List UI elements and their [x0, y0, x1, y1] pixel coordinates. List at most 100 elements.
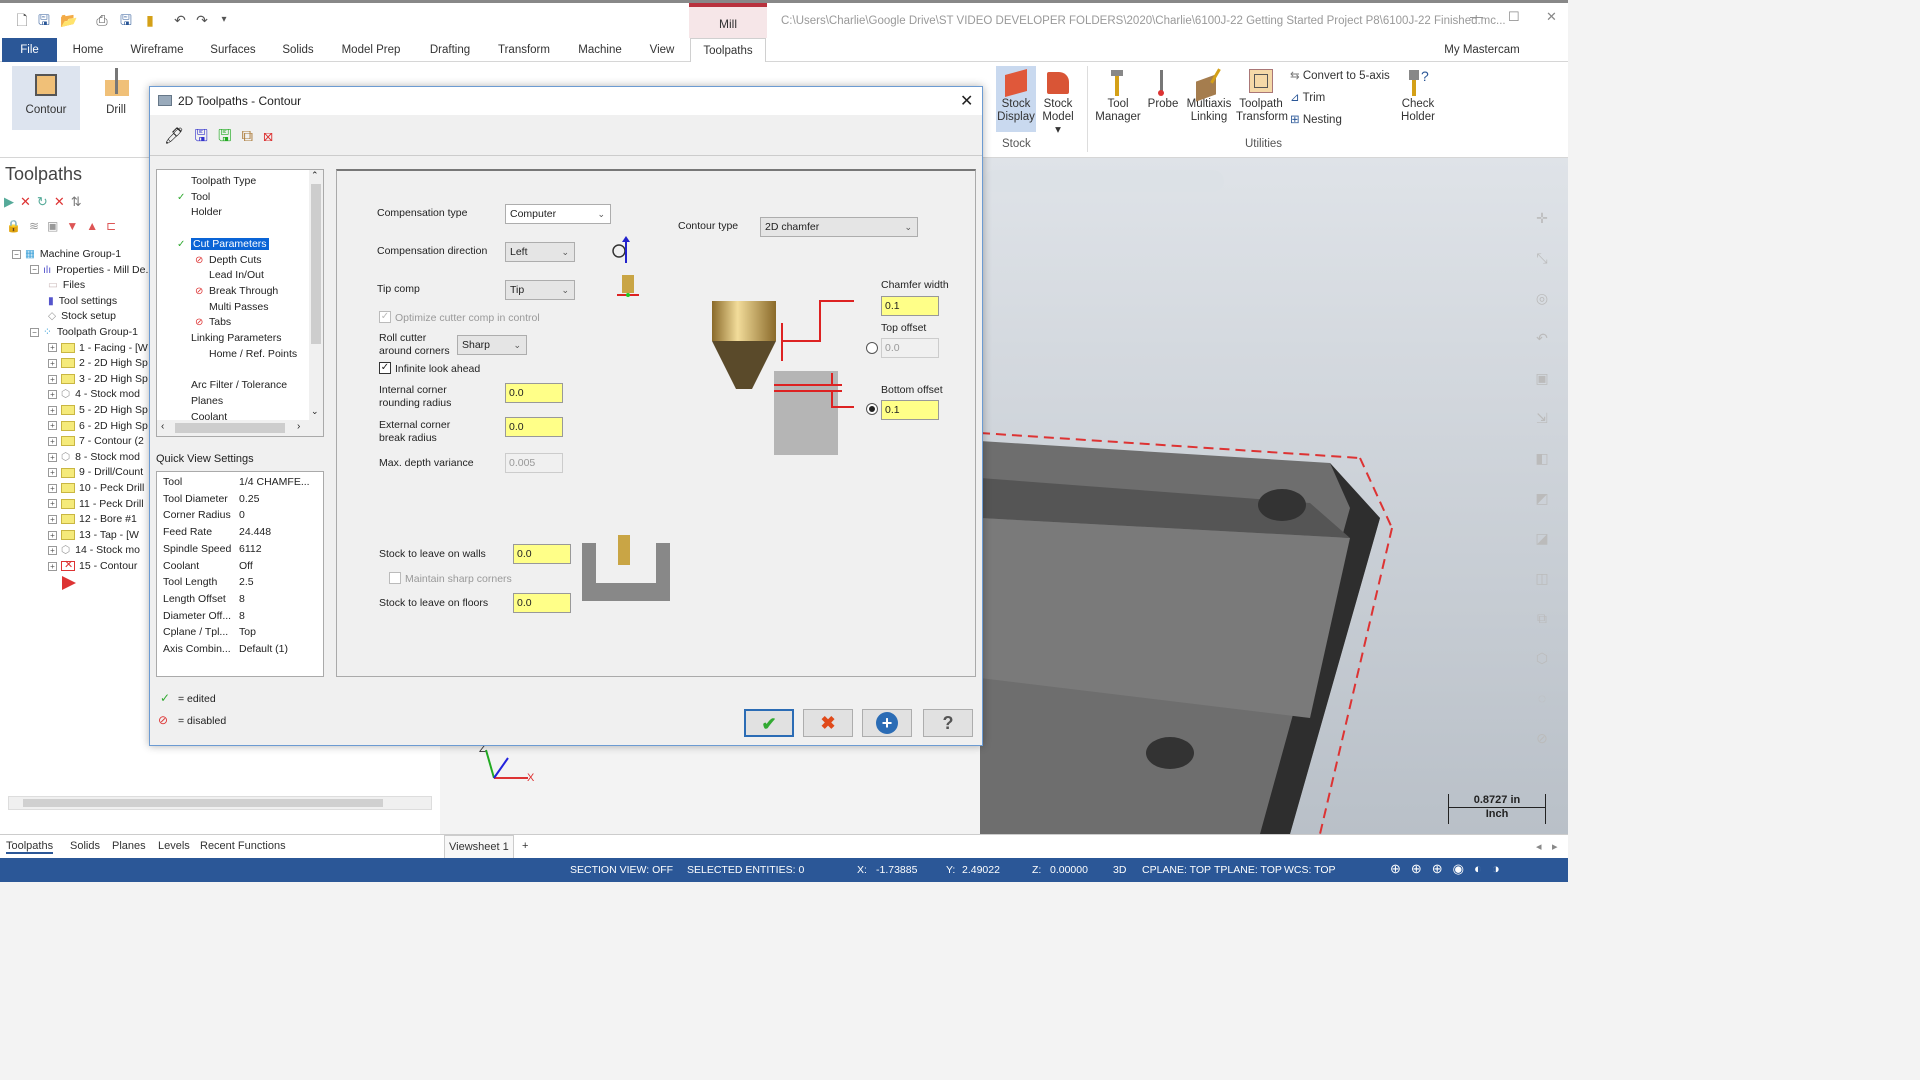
display-mode-icons[interactable]: ⊕⊕⊕◉◐◑	[1390, 861, 1510, 877]
expand-icon[interactable]: +	[48, 530, 57, 540]
viewport-toolbar[interactable]	[984, 170, 1224, 192]
expand-icon[interactable]: +	[48, 499, 57, 509]
save-defaults-icon[interactable]: 🖫	[194, 128, 218, 145]
toolpaths-toolbar[interactable]: ▶✕↻✕⇅	[4, 194, 88, 210]
tab-wireframe[interactable]: Wireframe	[124, 38, 190, 62]
check-holder-button[interactable]: ? Check Holder	[1396, 66, 1440, 132]
tab-surfaces[interactable]: Surfaces	[204, 38, 262, 62]
infinite-look-ahead-checkbox[interactable]: ✓	[379, 362, 391, 374]
collapse-icon[interactable]: −	[12, 249, 21, 259]
top-offset-radio[interactable]	[866, 342, 878, 354]
tab-solids-panel[interactable]: Solids	[70, 840, 100, 852]
tree-item[interactable]: +7 - Contour (2	[48, 434, 144, 449]
tree-item[interactable]: +10 - Peck Drill	[48, 481, 144, 496]
tree-item[interactable]: +11 - Peck Drill	[48, 497, 144, 512]
nav-tree-item[interactable]: ⊘ Tabs	[195, 315, 231, 330]
wcs-status[interactable]: WCS: TOP	[1284, 864, 1336, 876]
expand-icon[interactable]: +	[48, 452, 57, 462]
expand-icon[interactable]: +	[48, 421, 57, 431]
drill-button[interactable]: Drill	[92, 66, 140, 130]
nesting-button[interactable]: ⊞ Nesting	[1290, 112, 1370, 126]
toolpaths-toolbar-2[interactable]: 🔒≋▣▼▲⊏	[6, 219, 124, 233]
tplane-status[interactable]: TPLANE: TOP	[1214, 864, 1282, 876]
expand-icon[interactable]: +	[48, 374, 57, 384]
expand-icon[interactable]: +	[48, 358, 57, 368]
tree-item[interactable]: + ⬡ 14 - Stock mo	[48, 543, 140, 558]
int-corner-input[interactable]: 0.0	[505, 383, 563, 403]
stock-display-button[interactable]: Stock Display	[996, 66, 1036, 132]
tree-item[interactable]: +5 - 2D High Sp	[48, 403, 148, 418]
tab-solids[interactable]: Solids	[276, 38, 320, 62]
tab-model-prep[interactable]: Model Prep	[334, 38, 408, 62]
viewsheet-tab[interactable]: Viewsheet 1	[444, 835, 514, 859]
nav-tree-item[interactable]: Linking Parameters	[177, 331, 281, 345]
load-defaults-icon[interactable]: 🖫	[218, 128, 242, 145]
ok-button[interactable]: ✔	[744, 709, 794, 737]
expand-icon[interactable]: +	[48, 390, 57, 400]
redo-icon[interactable]: ↷	[194, 12, 210, 28]
expand-icon[interactable]: +	[48, 436, 57, 446]
tree-item[interactable]: +1 - Facing - [W	[48, 341, 148, 356]
tree-item[interactable]: +13 - Tap - [W	[48, 528, 139, 543]
nav-tree-item[interactable]: Toolpath Type	[177, 174, 256, 188]
mill-context-tab[interactable]: Mill	[689, 3, 767, 41]
select-tool-icon[interactable]: 🖊	[164, 128, 194, 145]
contour-button[interactable]: Contour	[12, 66, 80, 130]
nav-tree-item[interactable]: Lead In/Out	[195, 268, 264, 282]
tree-item[interactable]: − ılı Properties - Mill De...	[30, 263, 154, 278]
tree-item[interactable]: +6 - 2D High Sp	[48, 419, 148, 434]
tab-machine[interactable]: Machine	[570, 38, 630, 62]
stock-walls-input[interactable]: 0.0	[513, 544, 571, 564]
probe-button[interactable]: Probe	[1146, 66, 1180, 132]
insert-arrow-marker[interactable]	[62, 576, 76, 590]
add-viewsheet-button[interactable]: +	[522, 840, 528, 852]
new-file-icon[interactable]: 🗋	[14, 12, 30, 28]
tree-item[interactable]: ▮ Tool settings	[48, 294, 117, 309]
tab-file[interactable]: File	[2, 38, 57, 62]
tree-item[interactable]: +3 - 2D High Sp	[48, 372, 148, 387]
tab-levels-panel[interactable]: Levels	[158, 840, 190, 852]
nav-tree-item[interactable]: Planes	[177, 394, 223, 408]
customize-icon[interactable]: ▾	[216, 12, 232, 28]
contour-type-select[interactable]: 2D chamfer ⌄	[760, 217, 918, 237]
roll-cutter-select[interactable]: Sharp ⌄	[457, 335, 527, 355]
bottom-offset-radio[interactable]	[866, 403, 878, 415]
deselect-all-icon[interactable]: ✕	[20, 194, 37, 209]
expand-icon[interactable]: +	[48, 561, 57, 571]
undo-icon[interactable]: ↶	[172, 12, 188, 28]
folder-icon[interactable]: ▮	[142, 12, 158, 28]
nav-tree-item[interactable]: ⊘ Break Through	[195, 284, 278, 299]
tab-view[interactable]: View	[642, 38, 682, 62]
backplot-icon[interactable]: ⇅	[71, 194, 88, 209]
toggle-display-icon[interactable]: ≋	[29, 219, 47, 233]
close-window-icon[interactable]: ✕	[1546, 9, 1557, 25]
print-icon[interactable]: ⎙	[94, 12, 110, 28]
convert-5axis-button[interactable]: ⇆ Convert to 5-axis	[1290, 68, 1400, 82]
tab-transform[interactable]: Transform	[492, 38, 556, 62]
collapse-icon[interactable]: −	[30, 265, 39, 275]
tab-home[interactable]: Home	[66, 38, 110, 62]
regen-icon[interactable]: ↻	[37, 194, 54, 209]
scroll-right-icon[interactable]: ▸	[1552, 840, 1558, 853]
tree-item[interactable]: +9 - Drill/Count	[48, 465, 143, 480]
tab-toolpaths-panel[interactable]: Toolpaths	[6, 840, 54, 854]
ext-corner-input[interactable]: 0.0	[505, 417, 563, 437]
view-sidebar[interactable]: ✛ ⤡ ◎ ↶ ▣ ⇲ ◧ ◩ ◪ ◫ ⧉ ⬡ ◌ ⊘	[1530, 198, 1554, 798]
comp-dir-select[interactable]: Left ⌄	[505, 242, 575, 262]
remove-icon[interactable]: ⊠	[263, 128, 283, 145]
optimize-comp-checkbox[interactable]: ✓	[379, 311, 391, 323]
stock-model-button[interactable]: Stock Model ▾	[1038, 66, 1078, 136]
tree-item[interactable]: + ⬡ 4 - Stock mod	[48, 387, 140, 402]
graphics-viewport[interactable]: ✛ ⤡ ◎ ↶ ▣ ⇲ ◧ ◩ ◪ ◫ ⧉ ⬡ ◌ ⊘	[980, 158, 1568, 834]
lock-icon[interactable]: 🔒	[6, 219, 29, 233]
tree-item[interactable]: + ⬡ 8 - Stock mod	[48, 450, 140, 465]
move-up-icon[interactable]: ▲	[86, 219, 106, 233]
view-icon[interactable]: ⧉	[242, 128, 263, 145]
trim-button[interactable]: ⊿ Trim	[1290, 90, 1370, 104]
my-mastercam-link[interactable]: My Mastercam	[1440, 38, 1524, 62]
save-as-icon[interactable]: 🖫	[118, 12, 134, 28]
multiaxis-linking-button[interactable]: Multiaxis Linking	[1184, 66, 1234, 132]
section-view-status[interactable]: SECTION VIEW: OFF	[570, 864, 673, 876]
minimize-icon[interactable]: —	[1470, 9, 1483, 24]
tree-item[interactable]: ▭ Files	[48, 278, 85, 293]
